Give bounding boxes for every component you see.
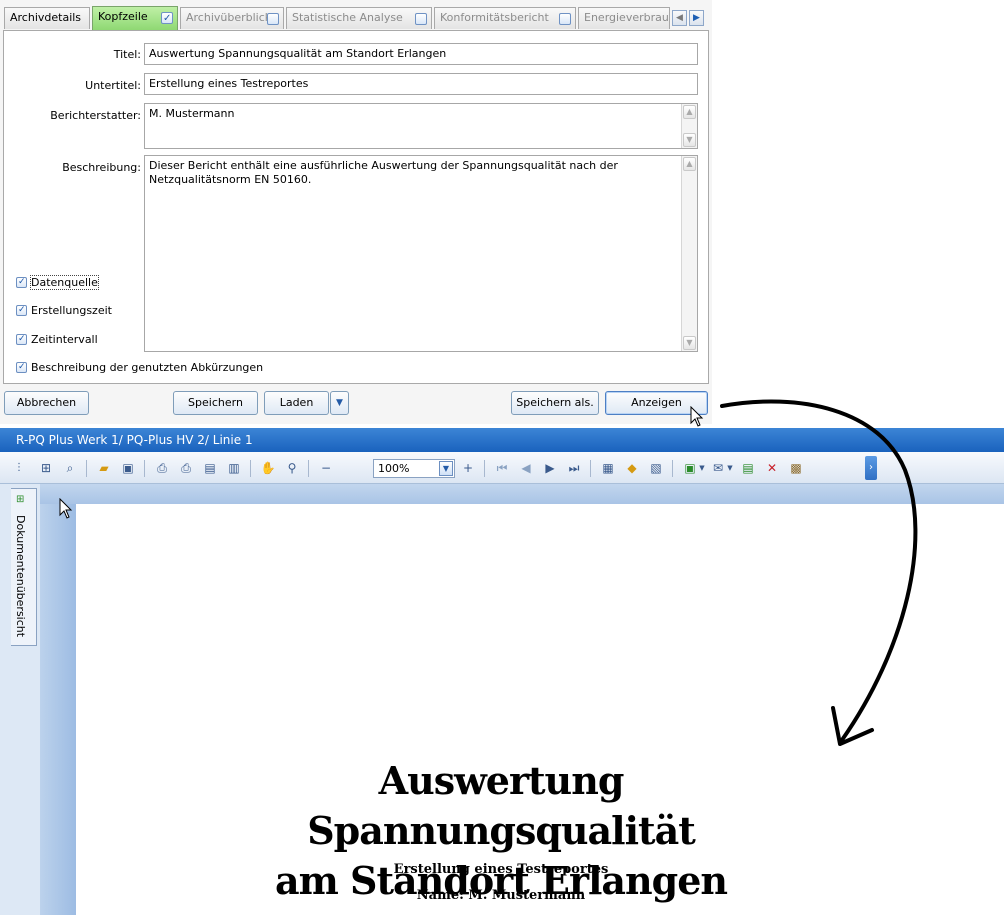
mouse-cursor-icon: [690, 406, 704, 427]
screenshot-root: Archivdetails Kopfzeile Archivüberblick …: [0, 0, 1004, 915]
annotation-arrow: [720, 399, 918, 746]
mouse-cursor-icon: [59, 498, 73, 519]
arrow-curve: [720, 399, 918, 742]
